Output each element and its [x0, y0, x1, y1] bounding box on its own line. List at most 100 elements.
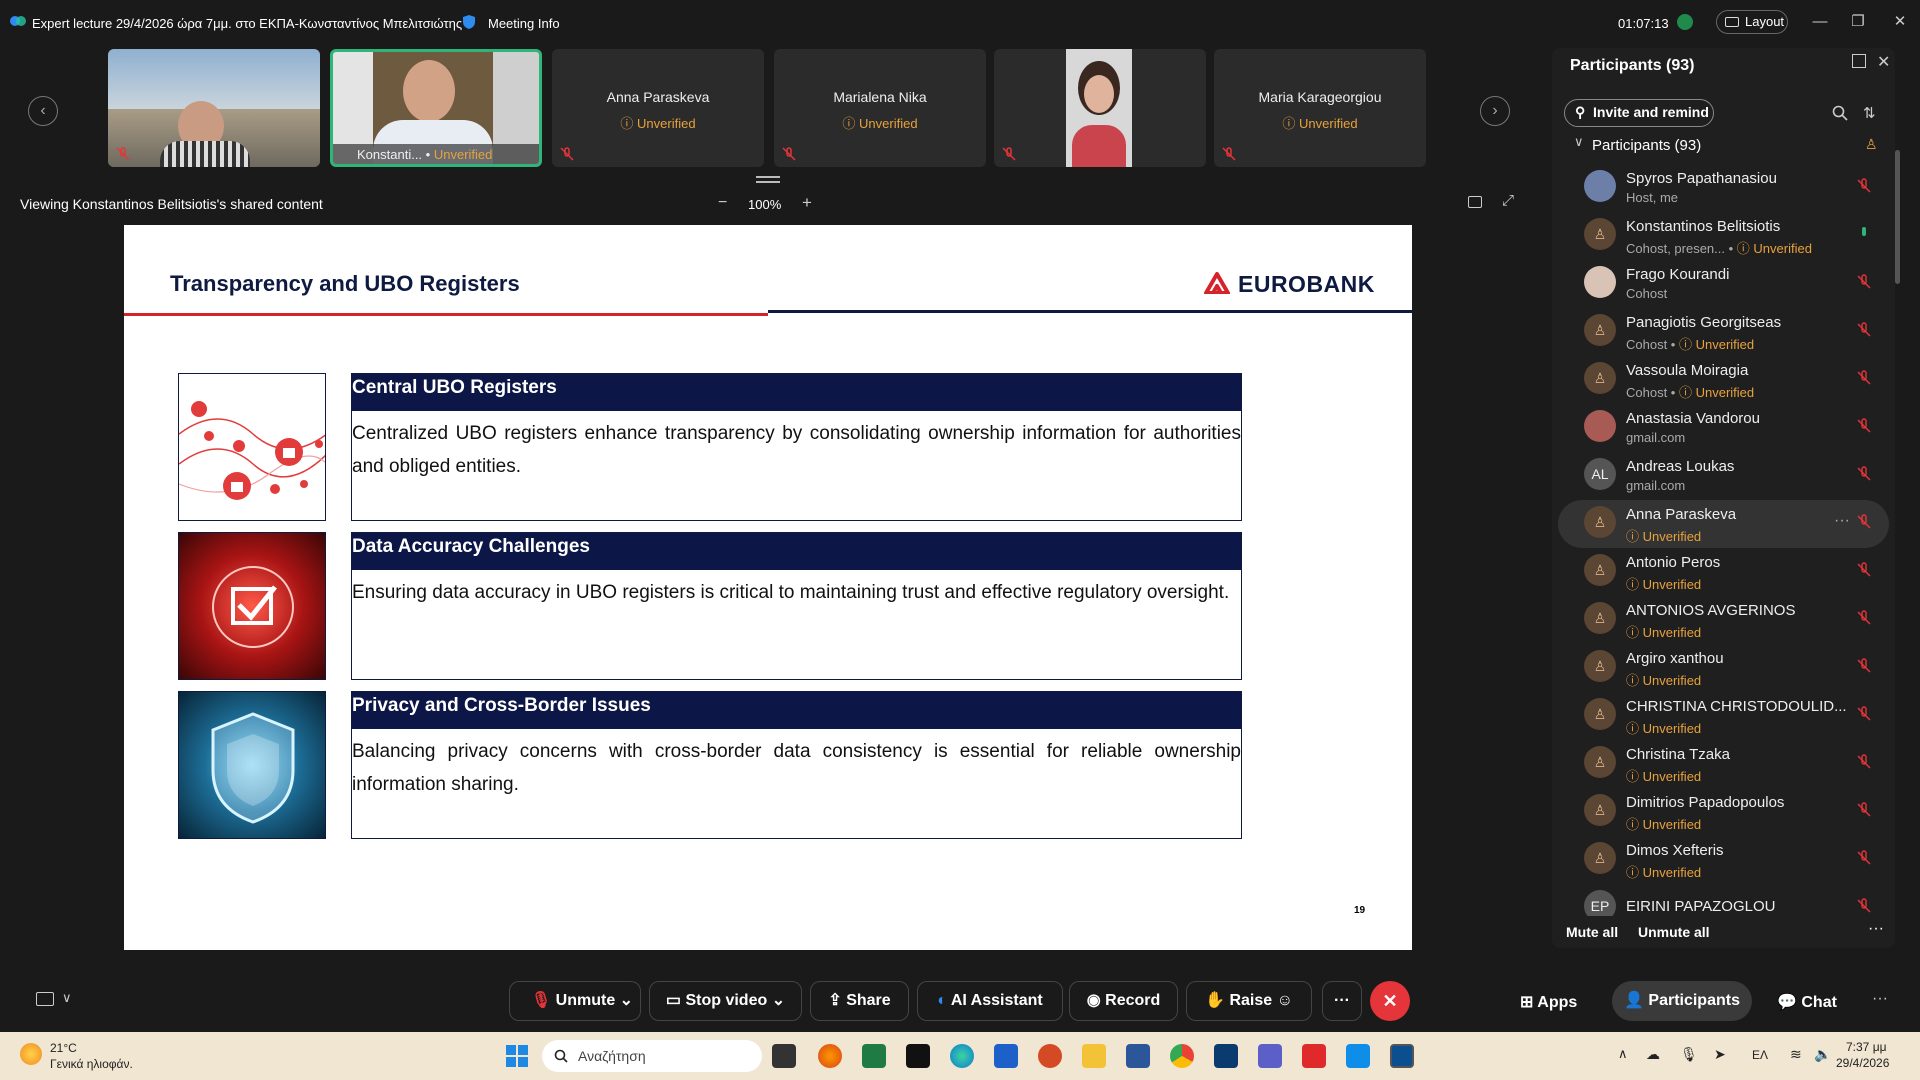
more-icon[interactable]: ··· [1872, 990, 1888, 1008]
task-view-icon[interactable] [772, 1044, 796, 1068]
panel-scrollbar[interactable] [1895, 150, 1900, 284]
store-icon[interactable] [994, 1044, 1018, 1068]
mic-muted-icon[interactable] [1857, 610, 1871, 626]
chevron-down-icon[interactable]: ∨ [1574, 134, 1584, 150]
taskbar-search[interactable]: Αναζήτηση [542, 1040, 762, 1072]
record-button[interactable]: ◉ Record [1069, 981, 1178, 1021]
participant-row[interactable]: AL Andreas Loukas gmail.com [1552, 452, 1895, 500]
ai-assistant-button[interactable]: ◐ AI Assistant [917, 981, 1063, 1021]
mic-muted-icon[interactable] [1857, 754, 1871, 770]
resize-handle[interactable] [756, 176, 780, 178]
mic-muted-icon[interactable] [1857, 322, 1871, 338]
weather-desc[interactable]: Γενικά ηλιοφάν. [50, 1057, 133, 1071]
mic-muted-icon[interactable] [1857, 370, 1871, 386]
mic-muted-icon[interactable] [1857, 706, 1871, 722]
video-tile-4[interactable]: Marialena Nika ⓘ Unverified [774, 49, 986, 167]
sort-icon[interactable]: ⇅ [1863, 104, 1876, 122]
end-call-button[interactable]: ✕ [1370, 981, 1410, 1021]
language-indicator[interactable]: ΕΛ [1752, 1048, 1768, 1062]
mic-muted-icon[interactable] [1857, 178, 1871, 194]
video-tile-5[interactable] [994, 49, 1206, 167]
connection-status-icon[interactable] [1676, 13, 1694, 31]
reactions-icon[interactable]: ☺ [1277, 992, 1293, 1009]
participant-row[interactable]: ♙ Vassoula Moiragia Cohost • ⓘ Unverified [1552, 356, 1895, 404]
raise-hand-button[interactable]: ✋ Raise ☺ [1186, 981, 1312, 1021]
participant-row-hovered[interactable]: ♙ Anna Paraskeva ⓘ Unverified ··· [1558, 500, 1889, 548]
excel-icon[interactable] [862, 1044, 886, 1068]
lobby-icon[interactable]: ♙ [1865, 136, 1878, 153]
mic-muted-icon[interactable] [1857, 658, 1871, 674]
unmute-all-button[interactable]: Unmute all [1638, 924, 1710, 940]
more-options-icon[interactable]: ··· [1834, 512, 1850, 530]
close-window-icon[interactable]: ✕ [1890, 12, 1910, 32]
participant-row[interactable]: ♙ Argiro xanthou ⓘ Unverified [1552, 644, 1895, 692]
webex-active-icon[interactable] [1390, 1044, 1414, 1068]
mic-on-icon[interactable] [1857, 226, 1871, 242]
location-icon[interactable]: ➤ [1714, 1046, 1726, 1063]
mic-muted-icon[interactable] [1857, 274, 1871, 290]
participants-group-label[interactable]: Participants (93) [1592, 137, 1701, 154]
unmute-button[interactable]: 🎙 Unmute ⌄ [509, 981, 641, 1021]
meeting-info-link[interactable]: Meeting Info [488, 16, 560, 31]
restore-icon[interactable]: ❐ [1848, 12, 1868, 32]
video-tile-3[interactable]: Anna Paraskeva ⓘ Unverified [552, 49, 764, 167]
mic-muted-icon[interactable] [1857, 802, 1871, 818]
mic-muted-icon[interactable] [1857, 562, 1871, 578]
clock-time[interactable]: 7:37 μμ [1846, 1040, 1887, 1054]
more-icon[interactable]: ··· [1868, 920, 1884, 938]
participant-row[interactable]: ♙ Christina Tzaka ⓘ Unverified [1552, 740, 1895, 788]
video-tile-6[interactable]: Maria Karageorgiou ⓘ Unverified [1214, 49, 1426, 167]
participant-row[interactable]: Frago Kourandi Cohost [1552, 260, 1895, 308]
chevron-down-icon[interactable]: ∨ [62, 990, 72, 1006]
participant-row[interactable]: ♙ Dimos Xefteris ⓘ Unverified [1552, 836, 1895, 884]
apps-button[interactable]: ⊞ Apps [1520, 992, 1577, 1012]
fullscreen-icon[interactable]: ⤢ [1502, 192, 1514, 209]
chat-button[interactable]: 💬 Chat [1777, 992, 1837, 1012]
video-tile-2[interactable]: Konstanti... • Unverified [330, 49, 542, 167]
webex-taskbar-icon[interactable] [1214, 1044, 1238, 1068]
wifi-icon[interactable]: ≋ [1790, 1046, 1802, 1063]
participant-row[interactable]: ♙ CHRISTINA CHRISTODOULID... ⓘ Unverified [1552, 692, 1895, 740]
pop-out-icon[interactable] [1468, 196, 1482, 208]
invite-button[interactable]: ⚲ Invite and remind [1564, 99, 1714, 127]
mic-muted-icon[interactable] [1857, 466, 1871, 482]
clock-date[interactable]: 29/4/2026 [1836, 1056, 1889, 1070]
layout-button[interactable]: Layout [1716, 10, 1788, 34]
mic-muted-icon[interactable] [1857, 418, 1871, 434]
chrome-icon[interactable] [1170, 1044, 1194, 1068]
participant-row[interactable]: ♙ Konstantinos Belitsiotis Cohost, presen.… [1552, 212, 1895, 260]
video-tile-1[interactable] [108, 49, 320, 167]
file-explorer-icon[interactable] [1082, 1044, 1106, 1068]
share-button[interactable]: ⇪ Share [810, 981, 909, 1021]
tradingview-icon[interactable] [906, 1044, 930, 1068]
mute-all-button[interactable]: Mute all [1566, 924, 1618, 940]
participant-row[interactable]: ♙ Dimitrios Papadopoulos ⓘ Unverified [1552, 788, 1895, 836]
chevron-up-icon[interactable]: ∧ [1618, 1046, 1628, 1062]
participant-row[interactable]: Anastasia Vandorou gmail.com [1552, 404, 1895, 452]
firefox-icon[interactable] [818, 1044, 842, 1068]
network-icon[interactable]: ☁ [1646, 1046, 1660, 1063]
gallery-prev-button[interactable]: ‹ [28, 96, 58, 126]
zoom-out-button[interactable]: − [718, 194, 727, 212]
anydesk-icon[interactable] [1302, 1044, 1326, 1068]
edge-icon[interactable] [950, 1044, 974, 1068]
stop-video-button[interactable]: ▭ Stop video ⌄ [649, 981, 802, 1021]
pop-out-panel-icon[interactable] [1852, 54, 1866, 68]
mic-muted-icon[interactable] [1857, 514, 1871, 530]
participant-row[interactable]: ♙ Panagiotis Georgitseas Cohost • ⓘ Unveri… [1552, 308, 1895, 356]
gallery-next-button[interactable]: › [1480, 96, 1510, 126]
search-icon[interactable] [1832, 105, 1848, 121]
participants-button[interactable]: 👤 Participants [1612, 981, 1752, 1021]
participant-row[interactable]: ♙ Antonio Peros ⓘ Unverified [1552, 548, 1895, 596]
teamviewer-icon[interactable] [1346, 1044, 1370, 1068]
close-panel-icon[interactable]: ✕ [1877, 52, 1890, 72]
participant-row[interactable]: EP EIRINI PAPAZOGLOU [1552, 884, 1895, 916]
minimize-icon[interactable]: — [1810, 12, 1830, 32]
participant-row[interactable]: Spyros Papathanasiou Host, me [1552, 164, 1895, 212]
zoom-in-button[interactable]: + [802, 193, 812, 213]
more-controls-button[interactable]: ··· [1322, 981, 1362, 1021]
mic-tray-icon[interactable]: 🎙 [1680, 1046, 1698, 1063]
mic-muted-icon[interactable] [1857, 898, 1871, 914]
windows-start-icon[interactable] [506, 1045, 528, 1067]
participant-row[interactable]: ♙ ANTONIOS AVGERINOS ⓘ Unverified [1552, 596, 1895, 644]
